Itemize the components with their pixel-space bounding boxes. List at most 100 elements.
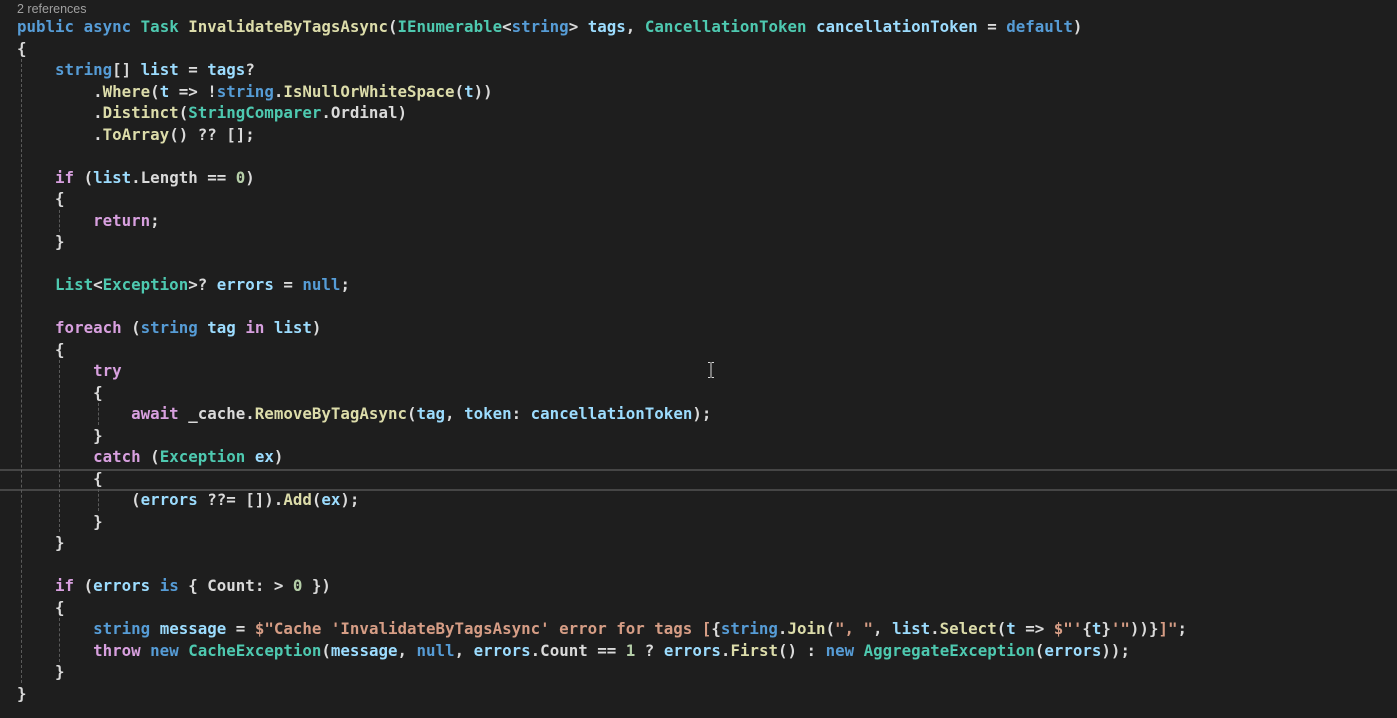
code-token: Select — [939, 619, 997, 638]
code-line[interactable]: } — [17, 511, 1187, 533]
code-token: errors — [140, 490, 198, 509]
code-token: } — [17, 662, 65, 681]
code-token: < — [93, 275, 103, 294]
code-line[interactable]: public async Task InvalidateByTagsAsync(… — [17, 16, 1187, 38]
code-line[interactable]: if (list.Length == 0) — [17, 167, 1187, 189]
code-token: ( — [321, 640, 331, 660]
code-token: . — [273, 81, 284, 101]
code-token: string — [93, 619, 151, 638]
code-token: [] — [112, 60, 141, 79]
code-line[interactable]: foreach (string tag in list) — [17, 317, 1187, 339]
code-token: $"' — [1053, 619, 1083, 638]
code-token: message — [330, 640, 398, 660]
code-line[interactable]: { — [17, 38, 1187, 60]
code-token: list — [892, 619, 931, 638]
code-token: = — [178, 60, 208, 79]
code-line[interactable]: { — [17, 188, 1187, 210]
code-line[interactable]: if (errors is { Count: > 0 }) — [17, 575, 1187, 597]
code-line[interactable]: { — [17, 382, 1187, 404]
code-token: catch — [93, 447, 141, 466]
code-token: ); — [692, 404, 712, 423]
code-line[interactable]: } — [17, 425, 1187, 447]
code-token: string — [216, 81, 274, 101]
code-token: { — [17, 189, 65, 208]
code-token: Add — [283, 490, 312, 509]
code-token: > — [568, 17, 588, 36]
code-token: List — [55, 275, 94, 294]
code-line[interactable]: try — [17, 360, 1187, 382]
code-line[interactable]: .Distinct(StringComparer.Ordinal) — [17, 102, 1187, 124]
code-token: tag — [207, 318, 236, 337]
code-line[interactable]: List<Exception>? errors = null; — [17, 274, 1187, 296]
code-token: RemoveByTagAsync — [254, 404, 407, 423]
code-token: { — [17, 468, 103, 488]
code-line[interactable] — [17, 554, 1187, 576]
code-line[interactable]: } — [17, 683, 1187, 705]
code-line[interactable]: } — [17, 661, 1187, 683]
code-line[interactable] — [17, 296, 1187, 318]
code-token: . — [17, 81, 103, 101]
code-token: . — [777, 619, 788, 638]
code-token: ( — [178, 103, 189, 122]
code-line[interactable]: catch (Exception ex) — [17, 446, 1187, 468]
code-token: IEnumerable — [397, 17, 503, 36]
code-token: InvalidateByTagsAsync — [188, 17, 388, 36]
code-token: CancellationToken — [644, 17, 807, 36]
code-line[interactable]: await _cache.RemoveByTagAsync(tag, token… — [17, 403, 1187, 425]
code-line[interactable]: throw new CacheException(message, null, … — [17, 640, 1187, 662]
code-token: ); — [340, 490, 360, 509]
code-line[interactable]: string[] list = tags? — [17, 59, 1187, 81]
code-token: .Count == — [530, 640, 626, 660]
code-token: ( — [454, 81, 465, 101]
code-token: foreach — [55, 318, 122, 337]
code-token: { — [1082, 619, 1092, 638]
code-line[interactable]: (errors ??= []).Add(ex); — [17, 489, 1187, 511]
code-line[interactable]: } — [17, 532, 1187, 554]
code-editor[interactable]: public async Task InvalidateByTagsAsync (… — [17, 16, 1187, 704]
code-token: string — [55, 60, 113, 79]
code-token: in — [245, 318, 265, 337]
code-token: ( — [150, 81, 160, 101]
code-token: string — [511, 17, 569, 36]
codelens-references[interactable]: 2 references — [17, 2, 86, 16]
code-line[interactable] — [17, 253, 1187, 275]
code-token: } — [17, 511, 103, 531]
code-line[interactable]: string message = $"Cache 'InvalidateByTa… — [17, 618, 1187, 640]
code-token: is — [159, 576, 179, 595]
code-token: list — [273, 318, 312, 337]
code-token: ) — [311, 318, 322, 337]
code-token: () : — [778, 640, 826, 660]
code-token: >? — [188, 275, 217, 294]
code-line[interactable]: { — [17, 468, 1187, 490]
code-token: , — [397, 640, 417, 660]
code-line[interactable] — [17, 145, 1187, 167]
code-line[interactable]: .Where(t => !string.IsNullOrWhiteSpace(t… — [17, 81, 1187, 103]
code-token: list — [93, 167, 132, 187]
code-token: async — [83, 17, 132, 36]
code-token: { Count: > — [178, 576, 293, 595]
code-line[interactable]: { — [17, 339, 1187, 361]
code-token: AggregateException — [863, 640, 1035, 660]
code-token: { — [17, 339, 65, 359]
code-token: null — [416, 640, 455, 660]
code-token: 1 — [625, 640, 636, 660]
code-token: return — [93, 210, 151, 230]
code-token: '" — [1110, 619, 1130, 638]
code-token: ( — [17, 490, 141, 509]
code-line[interactable]: } — [17, 231, 1187, 253]
code-token: } — [17, 232, 65, 251]
code-token: ( — [140, 447, 160, 466]
code-token: await — [131, 404, 179, 423]
code-line[interactable]: { — [17, 597, 1187, 619]
code-token: StringComparer — [188, 103, 322, 122]
code-line[interactable]: return; — [17, 210, 1187, 232]
code-token: = — [977, 17, 1007, 36]
code-token: () ?? []; — [169, 124, 255, 144]
code-line[interactable]: .ToArray() ?? []; — [17, 124, 1187, 146]
